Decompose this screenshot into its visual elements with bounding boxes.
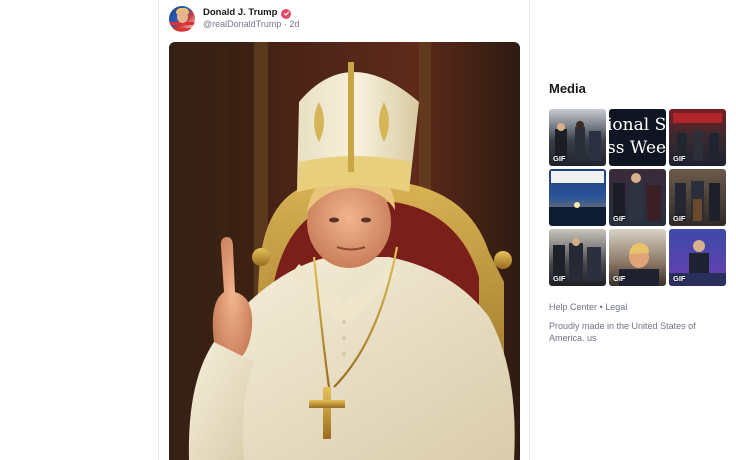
media-thumbnail[interactable]: GIF [609,169,666,226]
handle-row: @realDonaldTrump · 2d [203,19,299,29]
feed-column: Donald J. Trump @realDonaldTrump · 2d [158,0,530,460]
help-center-link[interactable]: Help Center [549,302,597,312]
pope-portrait-image [169,42,520,460]
gif-badge: GIF [673,154,686,163]
made-in-usa-text: Proudly made in the United States of Ame… [549,321,696,344]
media-thumbnail[interactable]: ional Sm ss Week [609,109,666,166]
media-grid: GIF ional Sm ss Week GIF GIF GIF GIF GIF [549,109,726,286]
gif-badge: GIF [673,214,686,223]
left-gutter [0,0,158,460]
author-block: Donald J. Trump @realDonaldTrump · 2d [203,7,299,29]
thumbnail-caption-1: ional Sm [609,115,666,135]
footer-bullet: • [599,302,603,312]
dot-separator: · [283,19,287,30]
post-age[interactable]: 2d [289,19,299,29]
verified-badge-icon [281,8,292,19]
display-name[interactable]: Donald J. Trump [203,7,277,19]
gif-badge: GIF [613,274,626,283]
gif-badge: GIF [553,274,566,283]
media-section-title: Media [549,81,586,96]
media-thumbnail[interactable]: GIF [669,169,726,226]
thumbnail-caption-2: ss Week [609,138,666,158]
gif-badge: GIF [613,214,626,223]
post-header: Donald J. Trump @realDonaldTrump · 2d [169,4,299,34]
media-thumbnail[interactable] [549,169,606,226]
media-thumbnail[interactable]: GIF [669,229,726,286]
gif-badge: GIF [673,274,686,283]
gif-badge: GIF [553,154,566,163]
post-image[interactable] [169,42,520,460]
media-thumbnail[interactable]: GIF [669,109,726,166]
media-thumbnail[interactable]: GIF [609,229,666,286]
avatar[interactable] [169,6,195,32]
footer-links: Help Center • Legal [549,302,627,312]
right-sidebar: Media GIF ional Sm ss Week GIF GIF GIF G… [549,0,729,460]
handle[interactable]: @realDonaldTrump [203,19,281,29]
media-thumbnail[interactable]: GIF [549,229,606,286]
legal-link[interactable]: Legal [605,302,627,312]
media-thumbnail[interactable]: GIF [549,109,606,166]
